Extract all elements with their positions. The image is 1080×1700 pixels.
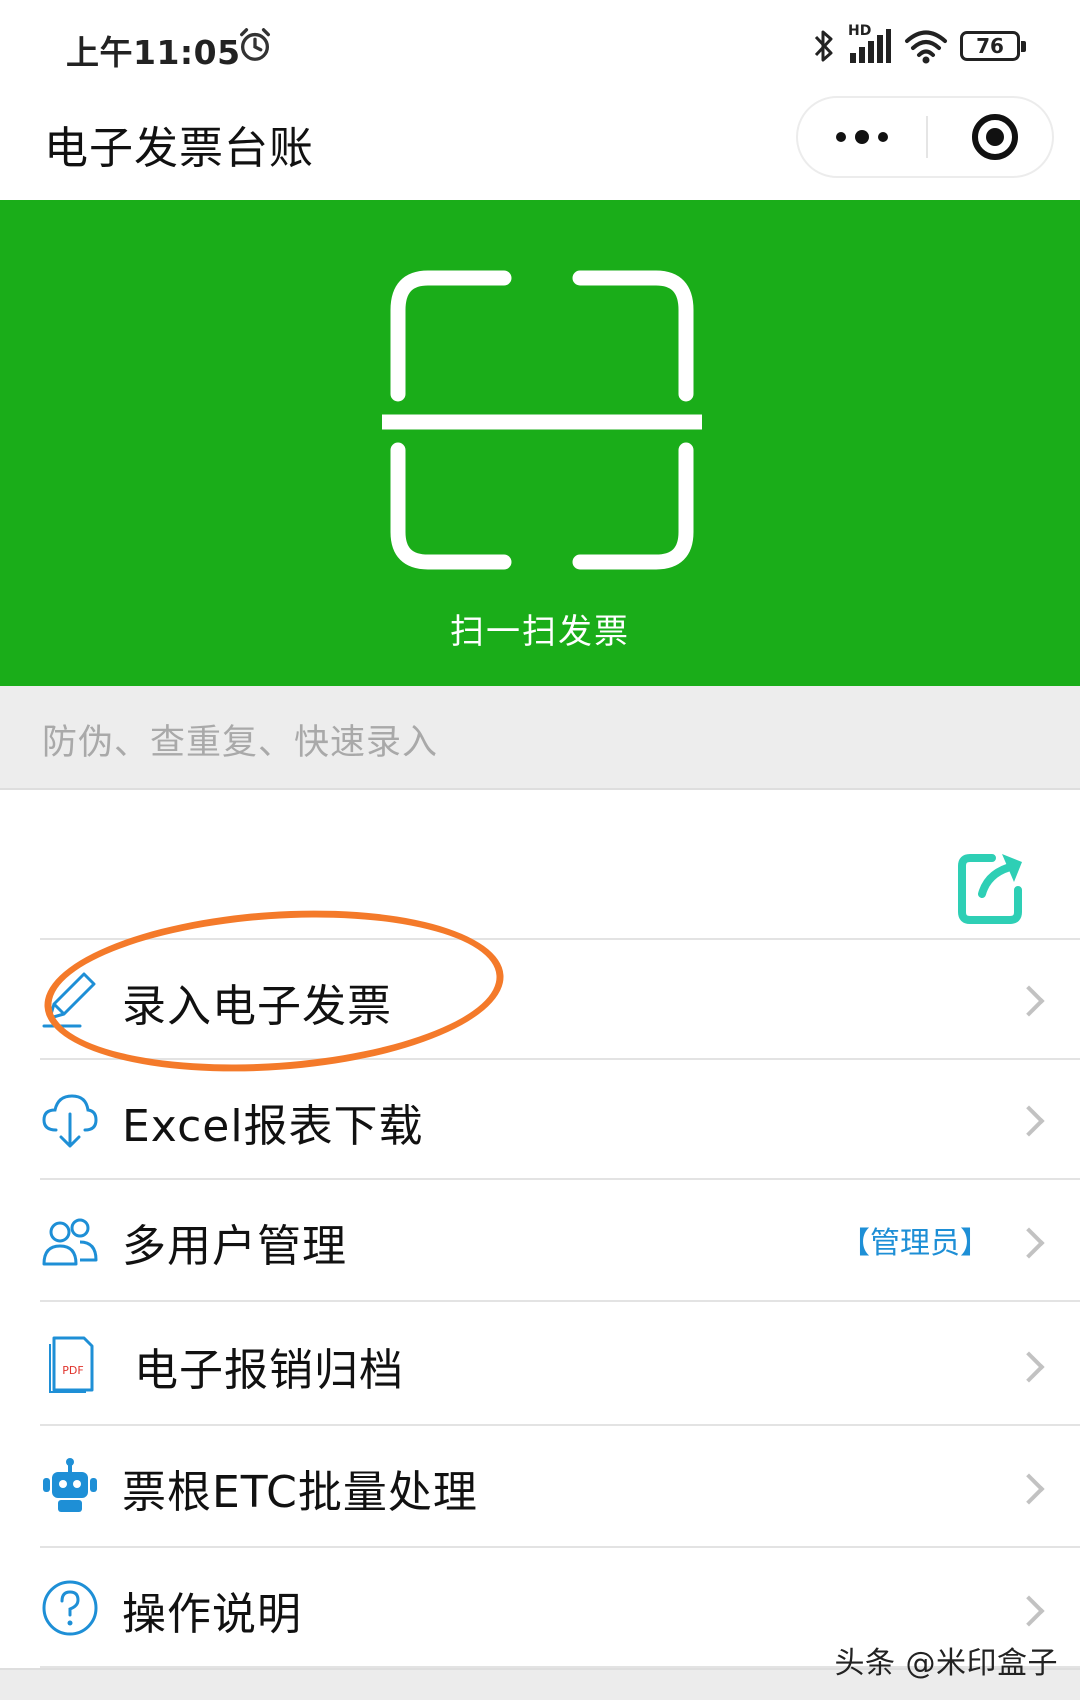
svg-text:PDF: PDF [62, 1364, 83, 1377]
hint-strip: 防伪、查重复、快速录入 [0, 686, 1080, 790]
more-dot-center [855, 130, 869, 144]
scan-banner[interactable]: 扫一扫发票 [0, 200, 1080, 686]
admin-badge: 【管理员】 [840, 1226, 990, 1261]
menu-item-excel-download[interactable]: Excel报表下载 [40, 1058, 1080, 1178]
hint-text: 防伪、查重复、快速录入 [42, 723, 439, 763]
chevron-right-icon [1013, 1105, 1045, 1137]
help-circle-icon [42, 1580, 98, 1636]
menu-item-label: 票根ETC批量处理 [122, 1467, 478, 1518]
status-time: 上午11:05 [66, 33, 241, 72]
pencil-icon [42, 972, 96, 1028]
capsule-divider [926, 116, 928, 158]
battery-indicator: 76 [960, 31, 1026, 61]
menu-item-etc-batch[interactable]: 票根ETC批量处理 [40, 1424, 1080, 1546]
wifi-icon [905, 30, 947, 64]
menu-item-enter-invoice[interactable]: 录入电子发票 [40, 938, 1080, 1058]
cell-signal-icon: HD [848, 23, 892, 65]
pdf-file-icon: PDF [49, 1336, 94, 1393]
status-icons: HD 76 [812, 23, 1026, 68]
page-title: 电子发票台账 [44, 123, 314, 174]
close-target-icon[interactable] [972, 114, 1018, 160]
chevron-right-icon [1013, 1595, 1045, 1627]
watermark: 头条 @米印盒子 [834, 1646, 1058, 1681]
users-icon [42, 1218, 98, 1266]
scan-frame-icon [382, 270, 702, 570]
cloud-download-icon [42, 1094, 98, 1148]
chevron-right-icon [1013, 1227, 1045, 1259]
menu-item-label: 操作说明 [122, 1589, 302, 1640]
status-bar: 上午11:05 HD 76 [0, 0, 1080, 92]
menu-item-label: 录入电子发票 [122, 981, 392, 1032]
alarm-clock-icon [240, 28, 270, 61]
robot-icon [43, 1458, 97, 1512]
more-button[interactable] [798, 98, 926, 176]
title-bar: 电子发票台账 [0, 92, 1080, 200]
chevron-right-icon [1013, 1351, 1045, 1383]
menu-item-label: 多用户管理 [122, 1221, 347, 1272]
bluetooth-icon [814, 30, 833, 62]
menu-item-reimbursement-archive[interactable]: PDF 电子报销归档 [40, 1300, 1080, 1424]
chevron-right-icon [1013, 985, 1045, 1017]
more-dot-right [878, 132, 888, 142]
mini-program-capsule [796, 96, 1054, 178]
menu-item-multi-user[interactable]: 多用户管理 【管理员】 [40, 1178, 1080, 1300]
menu-item-label: 电子报销归档 [134, 1345, 404, 1396]
more-dots-icon [836, 132, 846, 142]
chevron-right-icon [1013, 1473, 1045, 1505]
scan-label: 扫一扫发票 [450, 612, 630, 652]
menu-item-label: Excel报表下载 [122, 1101, 424, 1152]
share-icon[interactable] [958, 848, 1026, 924]
